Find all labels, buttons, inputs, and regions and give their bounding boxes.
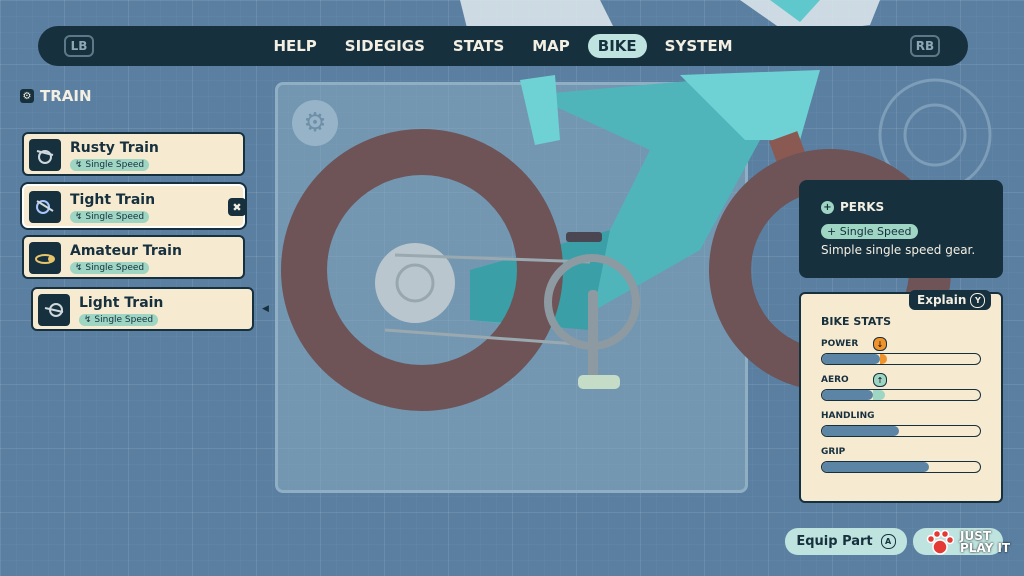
equip-part-button[interactable]: Equip Part A [785, 528, 907, 555]
stat-delta [880, 354, 887, 364]
stat-label-power: POWER [821, 339, 859, 349]
arrow-up-icon: ↑ [873, 373, 887, 387]
watermark: JUST PLAY IT [960, 529, 1011, 555]
perk-tag: + Single Speed [821, 224, 918, 239]
stat-label-aero: AERO [821, 375, 849, 385]
arrow-down-icon: ↓ [873, 337, 887, 351]
stat-delta [872, 390, 886, 400]
stat-fill [822, 390, 873, 400]
stat-fill [822, 426, 900, 436]
stat-fill [822, 354, 881, 364]
stat-fill [822, 462, 930, 472]
stat-bar-grip [821, 461, 981, 473]
a-button-icon: A [880, 534, 896, 549]
explain-button[interactable]: Explain Y [909, 290, 992, 310]
y-button-icon: Y [970, 292, 986, 308]
perks-title: + PERKS [821, 200, 884, 214]
perk-description: Simple single speed gear. [821, 243, 976, 257]
paw-logo-icon [926, 530, 954, 555]
stat-bar-power [821, 353, 981, 365]
stats-title: BIKE STATS [821, 315, 892, 328]
bike-stats-panel: BIKE STATS POWER ↓ AERO ↑ HANDLING GRIP [799, 292, 1003, 503]
stat-bar-aero [821, 389, 981, 401]
stat-label-handling: HANDLING [821, 411, 875, 421]
plus-icon: + [821, 200, 834, 214]
perks-panel: + PERKS + Single Speed Simple single spe… [799, 180, 1003, 278]
stat-bar-handling [821, 425, 981, 437]
stat-label-grip: GRIP [821, 447, 846, 457]
